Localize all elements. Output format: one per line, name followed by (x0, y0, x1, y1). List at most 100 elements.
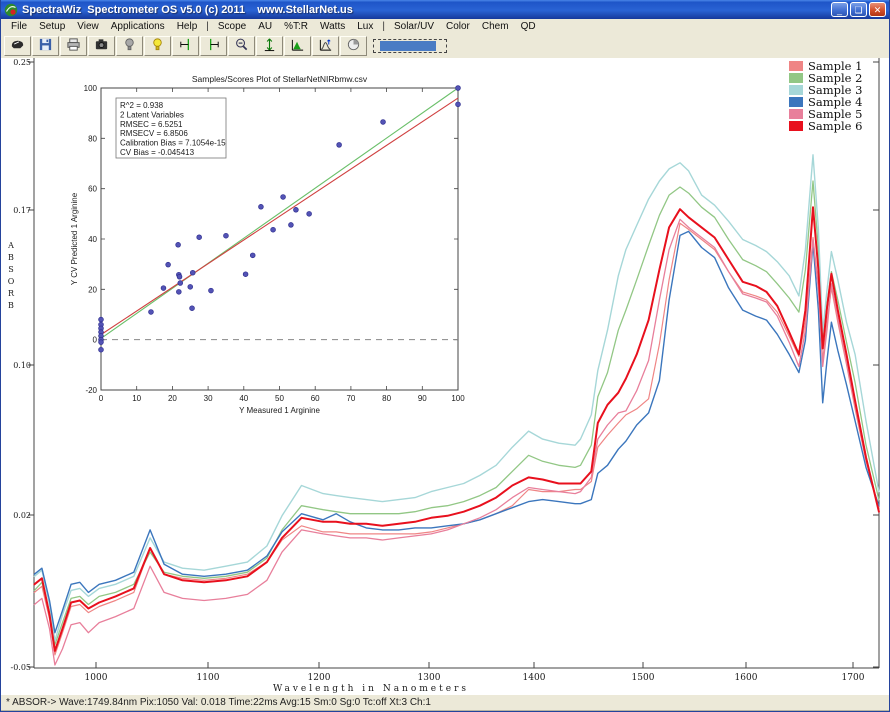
scatter-point (271, 227, 276, 232)
scatter-point (197, 235, 202, 240)
inset-y-tick-label: 40 (88, 235, 97, 244)
toolbar-button-spectrum[interactable] (284, 36, 311, 56)
menu-item-setup[interactable]: Setup (33, 21, 71, 32)
scatter-point (281, 195, 286, 200)
x-tick-label: 1200 (308, 673, 331, 683)
camera-icon (94, 37, 109, 55)
scatter-point (337, 142, 342, 147)
x-tick-label: 1500 (632, 673, 655, 683)
marker-left-icon (178, 37, 193, 55)
toolbar-button-timer[interactable] (340, 36, 367, 56)
toolbar-button-snapshot[interactable] (88, 36, 115, 56)
inset-x-tick-label: 80 (382, 394, 391, 403)
toolbar-button-print[interactable] (60, 36, 87, 56)
y-axis-label-letter: R (8, 289, 15, 298)
scatter-point (190, 306, 195, 311)
window-title: SpectraWiz Spectrometer OS v5.0 (c) 2011… (22, 4, 829, 16)
autoscale-icon (262, 37, 277, 55)
menu-item-au[interactable]: AU (252, 21, 278, 32)
scatter-point (294, 207, 299, 212)
app-icon (4, 3, 18, 17)
toolbar-button-marker-right[interactable] (200, 36, 227, 56)
toolbar-button-marker-left[interactable] (172, 36, 199, 56)
acquisition-progress-bar (373, 39, 447, 53)
inset-y-tick-label: 20 (88, 285, 97, 294)
x-tick-label: 1700 (842, 673, 865, 683)
app-window: SpectraWiz Spectrometer OS v5.0 (c) 2011… (0, 0, 890, 712)
chart-area: 0.250.170.100.02-0.051000110012001300140… (1, 58, 890, 693)
toolbar-button-peak-up[interactable] (312, 36, 339, 56)
x-tick-label: 1000 (85, 673, 108, 683)
scatter-point (224, 233, 229, 238)
close-button[interactable]: ✕ (869, 2, 886, 17)
inset-x-tick-label: 10 (132, 394, 141, 403)
print-icon (66, 37, 81, 55)
menu-item-help[interactable]: Help (171, 21, 204, 32)
scatter-point (259, 204, 264, 209)
menu-item-color[interactable]: Color (440, 21, 476, 32)
scatter-point (149, 310, 154, 315)
inset-x-tick-label: 60 (311, 394, 320, 403)
stats-box-line: R^2 = 0.938 (120, 101, 164, 110)
status-bar: * ABSOR-> Wave:1749.84nm Pix:1050 Val: 0… (1, 693, 889, 712)
inset-x-tick-label: 20 (168, 394, 177, 403)
scatter-point (178, 281, 183, 286)
open-disk-icon (10, 37, 25, 55)
menu-separator: | (203, 21, 212, 32)
x-tick-label: 1600 (735, 673, 758, 683)
legend-swatch-5 (789, 109, 803, 119)
menu-item--t-r[interactable]: %T:R (278, 21, 314, 32)
legend-label: Sample 6 (808, 120, 862, 132)
y-tick-label: 0.25 (13, 58, 31, 67)
menu-item-file[interactable]: File (5, 21, 33, 32)
legend-swatch-1 (789, 61, 803, 71)
scatter-point (166, 262, 171, 267)
menu-item-view[interactable]: View (71, 21, 105, 32)
scatter-point (99, 347, 104, 352)
minimize-button[interactable]: _ (831, 2, 848, 17)
inset-x-tick-label: 70 (346, 394, 355, 403)
menu-item-watts[interactable]: Watts (314, 21, 351, 32)
legend-item-6: Sample 6 (789, 120, 862, 132)
menu-item-scope[interactable]: Scope (212, 21, 252, 32)
peak-up-icon (318, 37, 333, 55)
inset-x-tick-label: 30 (204, 394, 213, 403)
toolbar-button-open[interactable] (4, 36, 31, 56)
inset-y-tick-label: 60 (88, 185, 97, 194)
main-spectra-chart: 0.250.170.100.02-0.051000110012001300140… (1, 58, 890, 693)
zoom-out-icon (234, 37, 249, 55)
inset-x-tick-label: 50 (275, 394, 284, 403)
scatter-point (243, 272, 248, 277)
menu-item-solar-uv[interactable]: Solar/UV (388, 21, 440, 32)
y-axis-label-letter: B (8, 253, 14, 262)
menu-item-applications[interactable]: Applications (105, 21, 171, 32)
spectrum-icon (290, 37, 305, 55)
toolbar-button-zoom-out[interactable] (228, 36, 255, 56)
stats-box-line: 2 Latent Variables (120, 110, 184, 119)
menu-item-chem[interactable]: Chem (476, 21, 515, 32)
inset-y-tick-label: 100 (84, 84, 98, 93)
y-tick-label: -0.05 (10, 663, 31, 672)
scatter-point (456, 102, 461, 107)
inset-x-tick-label: 90 (418, 394, 427, 403)
scatter-point (176, 289, 181, 294)
toolbar-button-lamp-off[interactable] (116, 36, 143, 56)
restore-button[interactable]: ❏ (850, 2, 867, 17)
toolbar-button-autoscale[interactable] (256, 36, 283, 56)
menu-item-qd[interactable]: QD (515, 21, 542, 32)
menu-item-lux[interactable]: Lux (351, 21, 379, 32)
y-axis-label-letter: O (8, 277, 15, 286)
menu-bar: FileSetupViewApplicationsHelp|ScopeAU%T:… (1, 19, 889, 34)
toolbar-button-lamp-on[interactable] (144, 36, 171, 56)
inset-x-axis-label: Y Measured 1 Arginine (239, 406, 320, 415)
lightbulb-off-icon (122, 37, 137, 55)
scatter-point (307, 211, 312, 216)
x-tick-label: 1300 (418, 673, 441, 683)
y-tick-label: 0.10 (13, 361, 31, 370)
toolbar-button-save[interactable] (32, 36, 59, 56)
legend-swatch-4 (789, 97, 803, 107)
scatter-point (289, 223, 294, 228)
scatter-point (176, 242, 181, 247)
title-bar: SpectraWiz Spectrometer OS v5.0 (c) 2011… (1, 0, 889, 19)
inset-x-tick-label: 0 (99, 394, 104, 403)
